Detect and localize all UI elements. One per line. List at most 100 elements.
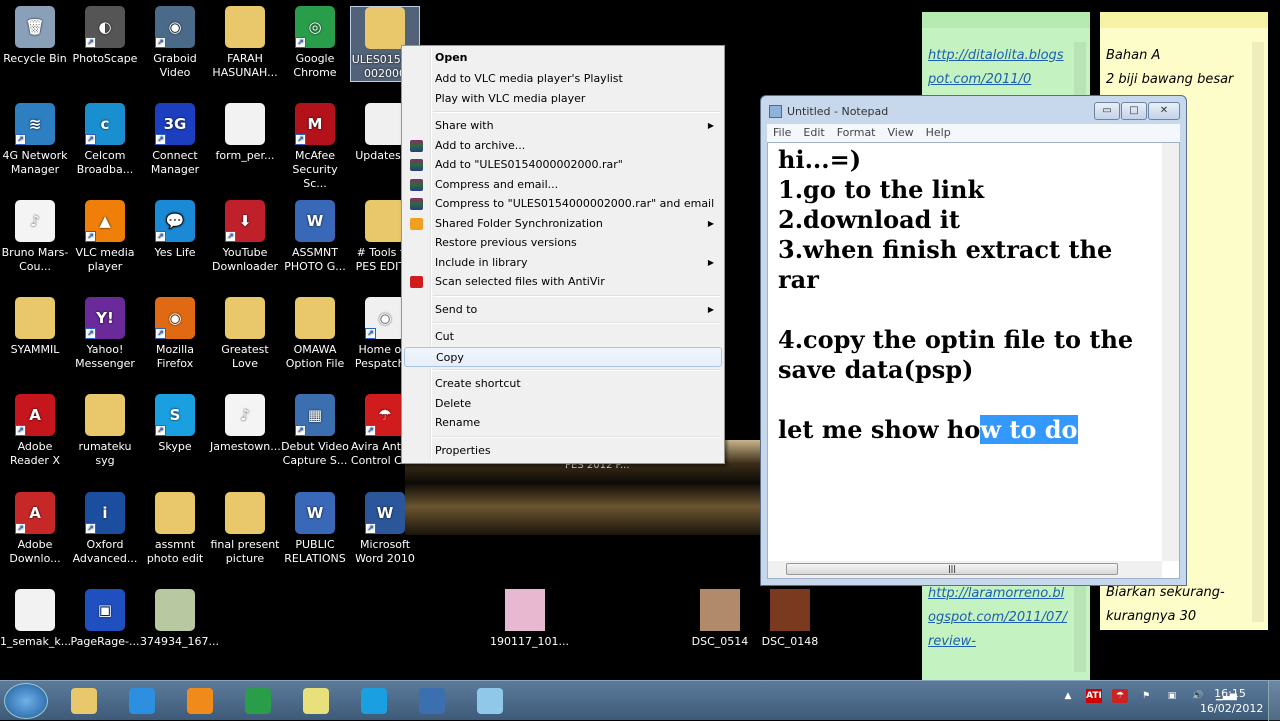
vertical-scrollbar[interactable] xyxy=(1162,143,1179,561)
desktop-icon-recycle-bin[interactable]: 🗑 Recycle Bin xyxy=(0,6,70,66)
menu-item-add-to-archive[interactable]: Add to archive... xyxy=(404,136,722,156)
taskbar-skype[interactable] xyxy=(348,684,400,718)
desktop-icon-adobe-downlo[interactable]: A ↗ Adobe Downlo... xyxy=(0,492,70,566)
desktop-icon-rumateku-syg[interactable]: rumateku syg xyxy=(70,394,140,468)
desktop-icon-adobe-reader-x[interactable]: A ↗ Adobe Reader X xyxy=(0,394,70,468)
notepad-icon xyxy=(477,688,503,714)
menu-edit[interactable]: Edit xyxy=(797,124,830,141)
menu-item-rename[interactable]: Rename xyxy=(404,413,722,433)
taskbar-sticky-notes[interactable] xyxy=(290,684,342,718)
menu-item-compress-to-ules0154000002000-rar-and-email[interactable]: Compress to "ULES0154000002000.rar" and … xyxy=(404,194,722,214)
minimize-button[interactable]: ▭ xyxy=(1094,102,1120,120)
note-scrollbar[interactable] xyxy=(1252,42,1264,622)
desktop-icon-debut-video-capture-s[interactable]: ▦ ↗ Debut Video Capture S... xyxy=(280,394,350,468)
menu-item-cut[interactable]: Cut xyxy=(404,327,722,347)
desktop-icon-mozilla-firefox[interactable]: ◉ ↗ Mozilla Firefox xyxy=(140,297,210,371)
clock[interactable]: 16:15 16/02/2012 xyxy=(1200,686,1263,716)
taskbar-chrome[interactable] xyxy=(232,684,284,718)
menu-item-send-to[interactable]: Send to ▶ xyxy=(404,300,722,320)
menu-item-include-in-library[interactable]: Include in library ▶ xyxy=(404,253,722,273)
ati-icon[interactable]: ATI xyxy=(1086,689,1102,703)
desktop-icon-yes-life[interactable]: 💬 ↗ Yes Life xyxy=(140,200,210,260)
desktop-icon-form-per[interactable]: form_per... xyxy=(210,103,280,163)
icon-label: 4G Network Manager xyxy=(2,149,68,176)
syammil-icon xyxy=(15,297,55,339)
menu-item-restore-previous-versions[interactable]: Restore previous versions xyxy=(404,233,722,253)
text-area[interactable]: hi...=) 1.go to the link 2.download it 3… xyxy=(767,142,1180,579)
power-icon[interactable]: ▣ xyxy=(1164,689,1180,703)
taskbar-media-player[interactable] xyxy=(174,684,226,718)
menu-help[interactable]: Help xyxy=(920,124,957,141)
celcom-broadba-icon: c ↗ xyxy=(85,103,125,145)
desktop-icon-connect-manager[interactable]: 3G ↗ Connect Manager xyxy=(140,103,210,177)
desktop-icon-omawa-option-file[interactable]: OMAWA Option File xyxy=(280,297,350,371)
desktop-icon-final-present-picture[interactable]: final present picture xyxy=(210,492,280,566)
menu-item-scan-selected-files-with-antivir[interactable]: Scan selected files with AntiVir xyxy=(404,272,722,292)
start-button[interactable] xyxy=(4,683,48,719)
desktop-icon-bruno-mars-cou[interactable]: ♪ Bruno Mars-Cou... xyxy=(0,200,70,274)
link-ditalolita[interactable]: http://ditalolita.blogspot.com/2011/0 xyxy=(928,44,1070,92)
menu-item-copy[interactable]: Copy xyxy=(404,346,722,367)
desktop-icon-syammil[interactable]: SYAMMIL xyxy=(0,297,70,357)
taskbar-notepad[interactable] xyxy=(464,684,516,718)
menu-item-compress-and-email[interactable]: Compress and email... xyxy=(404,175,722,195)
menu-item-properties[interactable]: Properties xyxy=(404,441,722,461)
mozilla-firefox-icon: ◉ ↗ xyxy=(155,297,195,339)
menu-item-play-with-vlc-media-player[interactable]: Play with VLC media player xyxy=(404,89,722,109)
desktop-icon-public-relations[interactable]: W PUBLIC RELATIONS xyxy=(280,492,350,566)
desktop-icon-vlc-media-player[interactable]: ▲ ↗ VLC media player xyxy=(70,200,140,274)
desktop-icon-assmnt-photo-edit[interactable]: assmnt photo edit xyxy=(140,492,210,566)
show-hidden-icons-icon[interactable]: ▲ xyxy=(1060,689,1076,703)
menu-format[interactable]: Format xyxy=(831,124,882,141)
close-button[interactable]: ✕ xyxy=(1148,102,1180,120)
desktop-icon-farah-hasunah[interactable]: FARAH HASUNAH... xyxy=(210,6,280,80)
menu-view[interactable]: View xyxy=(882,124,920,141)
desktop-icon-assmnt-photo-g[interactable]: W ASSMNT PHOTO G... xyxy=(280,200,350,274)
desktop-icon-google-chrome[interactable]: ◎ ↗ Google Chrome xyxy=(280,6,350,80)
menu-item-add-to-vlc-media-player-s-playlist[interactable]: Add to VLC media player's Playlist xyxy=(404,69,722,89)
desktop-icon-mcafee-security-sc[interactable]: M ↗ McAfee Security Sc... xyxy=(280,103,350,191)
desktop-icon-dsc-0148[interactable]: DSC_0148 xyxy=(755,589,825,649)
desktop-icon-374934-167[interactable]: 374934_167... xyxy=(140,589,219,649)
taskbar-internet-explorer[interactable] xyxy=(116,684,168,718)
link-laramorreno[interactable]: http://laramorreno.blogspot.com/2011/07/… xyxy=(928,582,1070,654)
desktop-icon-celcom-broadba[interactable]: c ↗ Celcom Broadba... xyxy=(70,103,140,177)
desktop-icon-youtube-downloader[interactable]: ⬇ ↗ YouTube Downloader xyxy=(210,200,280,274)
menu-item-share-with[interactable]: Share with ▶ xyxy=(404,116,722,136)
desktop-icon-1-semak-k[interactable]: 1_semak_k... xyxy=(0,589,71,649)
scroll-thumb[interactable]: ||| xyxy=(786,563,1118,575)
shortcut-arrow-icon: ↗ xyxy=(155,37,166,48)
taskbar-video-capture[interactable] xyxy=(406,684,458,718)
action-center-icon[interactable]: ⚑ xyxy=(1138,689,1154,703)
menu-item-open[interactable]: Open xyxy=(404,48,722,68)
show-desktop-button[interactable] xyxy=(1268,681,1280,721)
desktop-icon-jamestown[interactable]: ♪ Jamestown... xyxy=(210,394,281,454)
desktop-icon-photoscape[interactable]: ◐ ↗ PhotoScape xyxy=(70,6,140,66)
note-line: kurangnya 30 xyxy=(1106,608,1197,624)
shortcut-arrow-icon: ↗ xyxy=(155,231,166,242)
desktop-icon-190117-101[interactable]: 190117_101... xyxy=(490,589,569,649)
taskbar-explorer[interactable] xyxy=(58,684,110,718)
horizontal-scrollbar[interactable]: ||| xyxy=(768,561,1162,578)
desktop-icon-greatest-love[interactable]: Greatest Love xyxy=(210,297,280,371)
desktop-icon-yahoo-messenger[interactable]: Y! ↗ Yahoo! Messenger xyxy=(70,297,140,371)
maximize-button[interactable]: □ xyxy=(1121,102,1147,120)
avira-antivir-control-ce-icon: ☂ ↗ xyxy=(365,394,405,436)
icon-label: Yahoo! Messenger xyxy=(75,343,135,370)
menu-item-delete[interactable]: Delete xyxy=(404,394,722,414)
desktop-icon-oxford-advanced[interactable]: i ↗ Oxford Advanced... xyxy=(70,492,140,566)
desktop-icon-pagerage[interactable]: ▣ PageRage-... xyxy=(70,589,140,649)
home-o-pespatch-icon: ◉ ↗ xyxy=(365,297,405,339)
desktop-icon-graboid-video[interactable]: ◉ ↗ Graboid Video xyxy=(140,6,210,80)
desktop-icon-dsc-0514[interactable]: DSC_0514 xyxy=(685,589,755,649)
menu-file[interactable]: File xyxy=(767,124,797,141)
menu-item-shared-folder-synchronization[interactable]: Shared Folder Synchronization ▶ xyxy=(404,214,722,234)
desktop-icon-skype[interactable]: S ↗ Skype xyxy=(140,394,210,454)
menu-item-add-to-ules0154000002000-rar[interactable]: Add to "ULES0154000002000.rar" xyxy=(404,155,722,175)
shortcut-arrow-icon: ↗ xyxy=(225,231,236,242)
avira-tray-icon[interactable]: ☂ xyxy=(1112,689,1128,703)
menu-item-create-shortcut[interactable]: Create shortcut xyxy=(404,374,722,394)
374934-167-icon xyxy=(155,589,195,631)
desktop-icon-microsoft-word-2010[interactable]: W ↗ Microsoft Word 2010 xyxy=(350,492,420,566)
desktop-icon-4g-network-manager[interactable]: ≋ ↗ 4G Network Manager xyxy=(0,103,70,177)
